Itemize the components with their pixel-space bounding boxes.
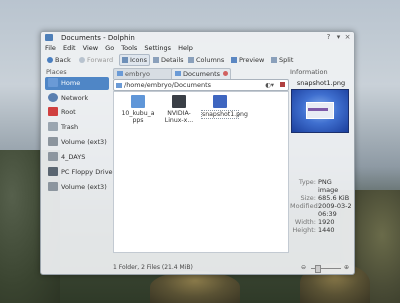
tab-documents[interactable]: Documents bbox=[171, 68, 231, 79]
places-panel: Places Home Network Root Trash Volume (e… bbox=[44, 68, 113, 264]
drive-icon bbox=[48, 137, 58, 146]
place-root[interactable]: Root bbox=[45, 106, 109, 119]
zoom-slider[interactable]: ⊖ ⊕ bbox=[299, 264, 349, 273]
info-title: Information bbox=[290, 68, 328, 76]
place-volume-1[interactable]: Volume (ext3) bbox=[45, 136, 109, 149]
menu-view[interactable]: View bbox=[83, 44, 98, 52]
menu-settings[interactable]: Settings bbox=[144, 44, 171, 52]
menu-file[interactable]: File bbox=[45, 44, 56, 52]
script-file-icon bbox=[172, 95, 186, 108]
close-icon[interactable]: × bbox=[344, 34, 351, 41]
status-text: 1 Folder, 2 Files (21.4 MiB) bbox=[113, 264, 193, 271]
folder-icon bbox=[131, 95, 145, 108]
preview-bar-graphic bbox=[308, 108, 328, 111]
information-panel: Information snapshot1.png Type: PNG image… bbox=[290, 68, 352, 264]
clear-address-icon[interactable] bbox=[280, 82, 285, 87]
preview-button[interactable]: Preview bbox=[229, 55, 266, 65]
icons-view-icon bbox=[122, 57, 128, 63]
menu-go[interactable]: Go bbox=[105, 44, 114, 52]
menu-edit[interactable]: Edit bbox=[63, 44, 76, 52]
root-folder-icon bbox=[48, 107, 58, 116]
place-home[interactable]: Home bbox=[45, 77, 109, 90]
minimize-icon[interactable]: ▾ bbox=[335, 34, 342, 41]
columns-view-icon bbox=[188, 57, 194, 63]
address-bar[interactable]: /home/embryo/Documents ◐▾ bbox=[113, 79, 289, 91]
zoom-handle[interactable] bbox=[315, 265, 321, 273]
statusbar: 1 Folder, 2 Files (21.4 MiB) ⊖ ⊕ bbox=[113, 264, 351, 273]
folder-app-icon[interactable] bbox=[45, 34, 53, 41]
help-icon[interactable]: ? bbox=[325, 34, 332, 41]
places-dropdown-icon[interactable]: ◐▾ bbox=[265, 80, 274, 90]
folder-icon bbox=[175, 71, 181, 76]
address-path: /home/embryo/Documents bbox=[124, 81, 212, 89]
icons-view-button[interactable]: Icons bbox=[119, 54, 150, 66]
toolbar: Back Forward Icons Details Columns Previ… bbox=[41, 54, 354, 66]
info-filename: snapshot1.png bbox=[296, 79, 346, 87]
desktop-shrub bbox=[150, 271, 240, 303]
info-metadata: Type: PNG image Size: 685.6 KiB Modified:2… bbox=[290, 178, 352, 234]
titlebar[interactable]: Documents - Dolphin ? ▾ × bbox=[41, 32, 354, 43]
trash-icon bbox=[48, 122, 58, 131]
file-item[interactable]: NVIDIA-Linux-x... bbox=[160, 95, 198, 124]
place-4-days[interactable]: 4_DAYS bbox=[45, 151, 109, 164]
forward-button[interactable]: Forward bbox=[77, 55, 115, 65]
details-view-button[interactable]: Details bbox=[151, 55, 186, 65]
split-icon bbox=[271, 57, 277, 63]
place-network[interactable]: Network bbox=[45, 92, 109, 105]
menu-tools[interactable]: Tools bbox=[121, 44, 137, 52]
arrow-left-icon bbox=[47, 57, 53, 63]
image-preview bbox=[291, 89, 349, 133]
place-volume-2[interactable]: Volume (ext3) bbox=[45, 181, 109, 194]
home-icon bbox=[48, 78, 58, 87]
file-item[interactable]: 10_kubu_a pps bbox=[119, 95, 157, 124]
folder-icon bbox=[117, 71, 123, 76]
tab-bar: embryo Documents bbox=[113, 68, 287, 79]
zoom-out-icon[interactable]: ⊖ bbox=[301, 264, 306, 272]
window-title: Documents - Dolphin bbox=[61, 34, 135, 42]
dolphin-window: Documents - Dolphin ? ▾ × File Edit View… bbox=[40, 31, 355, 275]
back-button[interactable]: Back bbox=[45, 55, 73, 65]
network-icon bbox=[48, 93, 58, 102]
zoom-in-icon[interactable]: ⊕ bbox=[344, 264, 349, 272]
details-view-icon bbox=[153, 57, 159, 63]
place-trash[interactable]: Trash bbox=[45, 121, 109, 134]
drive-icon bbox=[48, 152, 58, 161]
drive-icon bbox=[48, 182, 58, 191]
image-file-icon bbox=[213, 95, 227, 108]
file-icon-view[interactable]: 10_kubu_a pps NVIDIA-Linux-x... snapshot… bbox=[113, 91, 289, 253]
columns-view-button[interactable]: Columns bbox=[186, 55, 226, 65]
folder-icon bbox=[116, 83, 122, 88]
menubar: File Edit View Go Tools Settings Help bbox=[41, 44, 354, 53]
arrow-right-icon bbox=[79, 57, 85, 63]
close-tab-icon[interactable] bbox=[223, 71, 228, 76]
file-item[interactable]: snapshot1.png bbox=[201, 95, 248, 119]
places-title: Places bbox=[46, 68, 67, 76]
floppy-icon bbox=[48, 167, 58, 176]
place-floppy[interactable]: PC Floppy Drive bbox=[45, 166, 113, 179]
preview-icon bbox=[231, 57, 237, 63]
split-button[interactable]: Split bbox=[269, 55, 295, 65]
tab-embryo[interactable]: embryo bbox=[113, 68, 173, 79]
menu-help[interactable]: Help bbox=[178, 44, 193, 52]
file-view-area: embryo Documents /home/embryo/Documents … bbox=[113, 68, 289, 264]
